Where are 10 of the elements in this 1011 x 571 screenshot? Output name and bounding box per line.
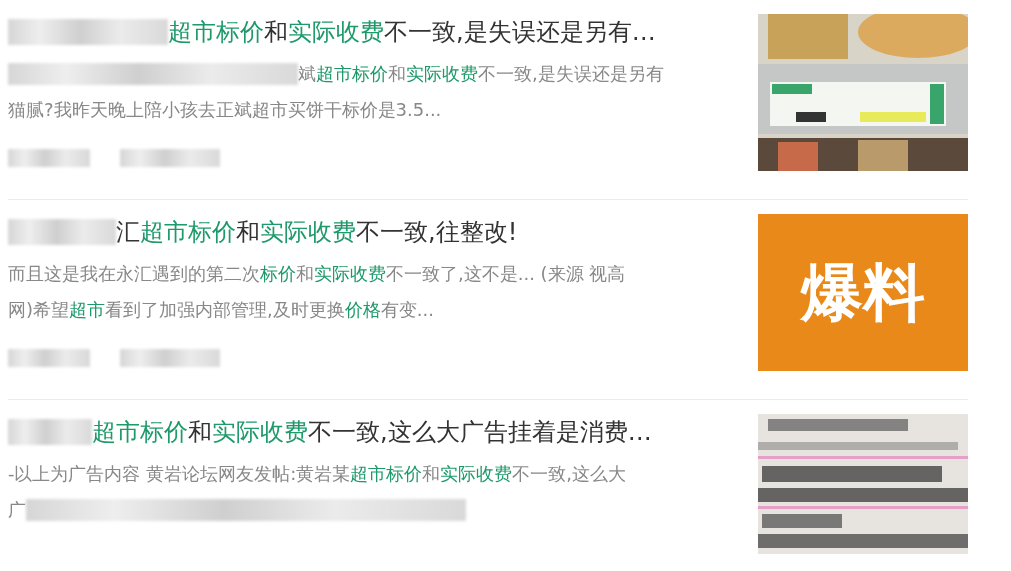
snippet-line: -以上为广告内容 黄岩论坛网友发帖:黄岩某超市标价和实际收费不一致,这么大 — [8, 462, 626, 486]
snippet-line: 猫腻?我昨天晚上陪小孩去正斌超市买饼干标价是3.5... — [8, 98, 442, 122]
result-title[interactable]: 超市标价和实际收费不一致,是失误还是另有… — [168, 16, 656, 48]
result-title[interactable]: 汇超市标价和实际收费不一致,往整改! — [116, 216, 518, 248]
result-title[interactable]: 超市标价和实际收费不一致,这么大广告挂着是消费… — [92, 416, 652, 448]
snippet-line: 而且这是我在永汇遇到的第二次标价和实际收费不一致了,这不是... (来源 视高 — [8, 262, 626, 286]
thumbnail-tile: 爆料 — [758, 214, 968, 371]
snippet-line: 广 — [8, 498, 26, 522]
snippet-line: 网)希望超市看到了加强内部管理,及时更换价格有变... — [8, 298, 434, 322]
snippet-line: 斌超市标价和实际收费不一致,是失误还是另有 — [298, 62, 664, 86]
